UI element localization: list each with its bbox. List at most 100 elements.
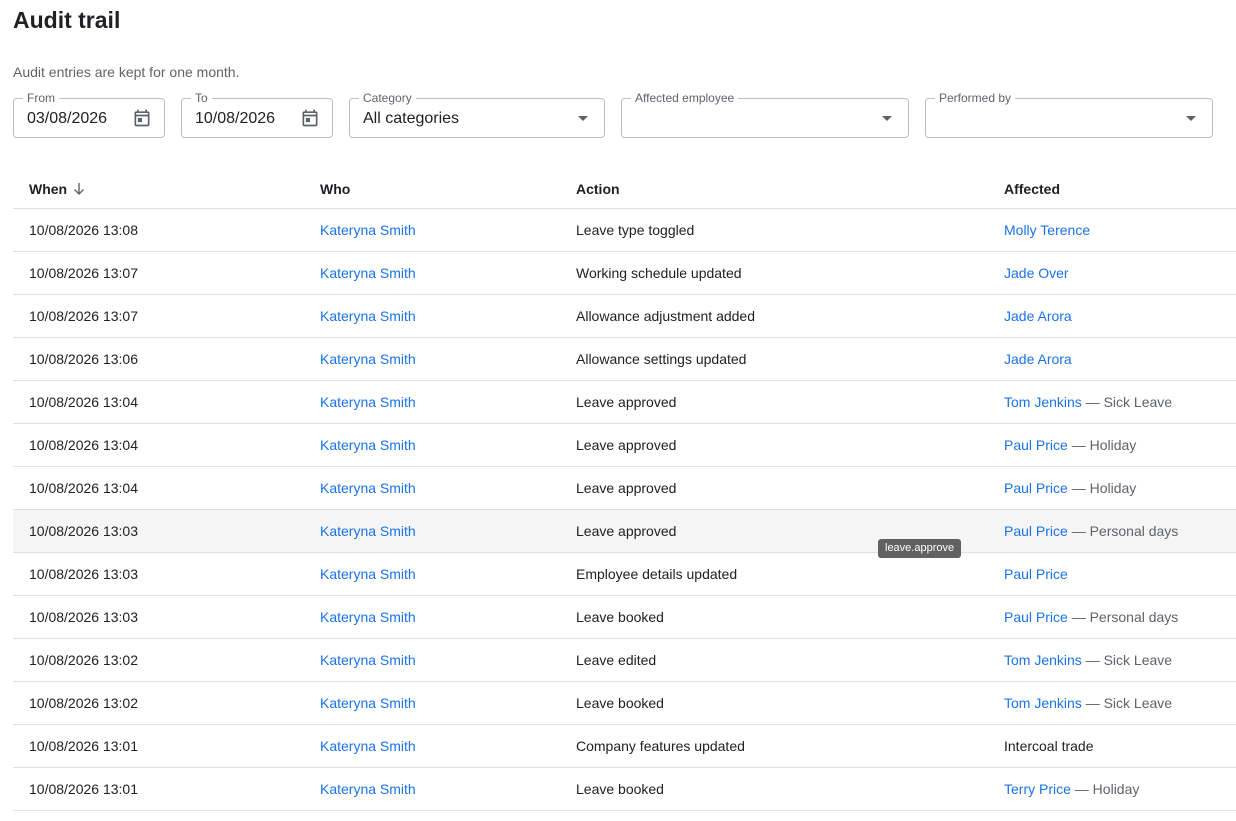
table-row[interactable]: 10/08/2026 13:08 Kateryna Smith Leave type… [13, 209, 1236, 252]
performer-link[interactable]: Kateryna Smith [320, 566, 416, 582]
column-when-label: When [29, 181, 68, 197]
affected-link[interactable]: Jade Arora [1004, 351, 1072, 367]
chevron-down-icon[interactable] [882, 116, 892, 121]
table-row[interactable]: 10/08/2026 13:02 Kateryna Smith Leave edit… [13, 639, 1236, 682]
table-row[interactable]: 10/08/2026 13:03 Kateryna Smith Leave book… [13, 596, 1236, 639]
calendar-icon[interactable] [300, 108, 320, 128]
affected-link[interactable]: Paul Price [1004, 609, 1068, 625]
action-text: Leave booked [576, 781, 664, 797]
timestamp: 10/08/2026 13:04 [29, 394, 138, 410]
performed-by-select[interactable]: Performed by [925, 90, 1213, 138]
from-date-label: From [23, 90, 59, 106]
performer-link[interactable]: Kateryna Smith [320, 437, 416, 453]
timestamp: 10/08/2026 13:03 [29, 523, 138, 539]
tooltip: leave.approve [878, 539, 962, 558]
column-who-header: Who [320, 181, 351, 197]
affected-link[interactable]: Tom Jenkins [1004, 394, 1082, 410]
affected-cell: Tom Jenkins — Sick Leave [1004, 394, 1172, 410]
chevron-down-icon[interactable] [578, 116, 588, 121]
affected-employee-label: Affected employee [631, 90, 739, 106]
performer-link[interactable]: Kateryna Smith [320, 609, 416, 625]
from-date-field[interactable]: From 03/08/2026 [13, 90, 165, 138]
performer-link[interactable]: Kateryna Smith [320, 265, 416, 281]
timestamp: 10/08/2026 13:01 [29, 781, 138, 797]
chevron-down-icon[interactable] [1186, 116, 1196, 121]
table-row[interactable]: 10/08/2026 13:06 Kateryna Smith Allowance … [13, 338, 1236, 381]
performer-link[interactable]: Kateryna Smith [320, 738, 416, 754]
performer-link[interactable]: Kateryna Smith [320, 695, 416, 711]
table-row[interactable]: 10/08/2026 13:04 Kateryna Smith Leave appr… [13, 467, 1236, 510]
timestamp: 10/08/2026 13:04 [29, 437, 138, 453]
action-text: Company features updated [576, 738, 745, 754]
affected-link[interactable]: Tom Jenkins [1004, 695, 1082, 711]
arrow-down-icon[interactable] [73, 182, 85, 196]
action-text: Allowance adjustment added [576, 308, 756, 324]
affected-link[interactable]: Paul Price [1004, 566, 1068, 582]
affected-link[interactable]: Paul Price [1004, 480, 1068, 496]
affected-cell: Intercoal trade [1004, 738, 1094, 754]
affected-employee-select[interactable]: Affected employee [621, 90, 909, 138]
affected-link[interactable]: Tom Jenkins [1004, 652, 1082, 668]
performer-link[interactable]: Kateryna Smith [320, 652, 416, 668]
table-row[interactable]: 10/08/2026 13:01 Kateryna Smith Leave book… [13, 768, 1236, 811]
affected-cell: Molly Terence [1004, 222, 1090, 238]
leave-type-detail: — Sick Leave [1081, 652, 1173, 668]
column-action-header: Action [576, 181, 620, 197]
affected-link[interactable]: Terry Price [1004, 781, 1071, 797]
retention-note: Audit entries are kept for one month. [13, 64, 240, 80]
performer-link[interactable]: Kateryna Smith [320, 394, 416, 410]
timestamp: 10/08/2026 13:07 [29, 265, 138, 281]
table-row[interactable]: 10/08/2026 13:03 Kateryna Smith Leave appr… [13, 510, 1236, 553]
timestamp: 10/08/2026 13:02 [29, 652, 138, 668]
table-row[interactable]: 10/08/2026 13:03 Kateryna Smith Employee d… [13, 553, 1236, 596]
from-date-value[interactable]: 03/08/2026 [27, 109, 107, 129]
table-row[interactable]: 10/08/2026 13:02 Kateryna Smith Leave book… [13, 682, 1236, 725]
leave-type-detail: — Sick Leave [1081, 695, 1173, 711]
affected-link[interactable]: Molly Terence [1004, 222, 1090, 238]
affected-text: Intercoal trade [1004, 738, 1094, 754]
performer-link[interactable]: Kateryna Smith [320, 781, 416, 797]
affected-cell: Jade Arora [1004, 351, 1072, 367]
column-affected-header: Affected [1004, 181, 1061, 197]
action-text: Leave type toggled [576, 222, 695, 238]
table-row[interactable]: 10/08/2026 13:04 Kateryna Smith Leave appr… [13, 424, 1236, 467]
performer-link[interactable]: Kateryna Smith [320, 351, 416, 367]
calendar-icon[interactable] [132, 108, 152, 128]
table-row[interactable]: 10/08/2026 13:07 Kateryna Smith Working sc… [13, 252, 1236, 295]
timestamp: 10/08/2026 13:06 [29, 351, 138, 367]
timestamp: 10/08/2026 13:03 [29, 609, 138, 625]
performer-link[interactable]: Kateryna Smith [320, 308, 416, 324]
performer-link[interactable]: Kateryna Smith [320, 480, 416, 496]
performer-link[interactable]: Kateryna Smith [320, 222, 416, 238]
table-row[interactable]: 10/08/2026 13:01 Kateryna Smith Company fe… [13, 725, 1236, 768]
column-when-header[interactable]: When [29, 181, 85, 197]
affected-link[interactable]: Paul Price [1004, 523, 1068, 539]
leave-type-detail: — Sick Leave [1081, 394, 1173, 410]
affected-cell: Tom Jenkins — Sick Leave [1004, 695, 1172, 711]
performer-link[interactable]: Kateryna Smith [320, 523, 416, 539]
leave-type-detail: — Holiday [1070, 781, 1140, 797]
affected-link[interactable]: Jade Arora [1004, 308, 1072, 324]
affected-cell: Paul Price — Personal days [1004, 609, 1178, 625]
affected-link[interactable]: Paul Price [1004, 437, 1068, 453]
action-text: Leave approved [576, 523, 677, 539]
affected-cell: Paul Price [1004, 566, 1068, 582]
action-text: Leave edited [576, 652, 657, 668]
category-select[interactable]: Category All categories [349, 90, 605, 138]
affected-cell: Jade Over [1004, 265, 1069, 281]
leave-type-detail: — Personal days [1067, 523, 1179, 539]
affected-link[interactable]: Jade Over [1004, 265, 1069, 281]
page-title: Audit trail [13, 7, 121, 33]
action-text: Leave booked [576, 609, 664, 625]
category-label: Category [359, 90, 416, 106]
action-text: Allowance settings updated [576, 351, 747, 367]
table-row[interactable]: 10/08/2026 13:04 Kateryna Smith Leave appr… [13, 381, 1236, 424]
audit-table: When Who Action Affected 10/08/2026 13:0… [13, 168, 1236, 811]
action-text: Leave approved [576, 480, 677, 496]
leave-type-detail: — Holiday [1067, 480, 1137, 496]
leave-type-detail: — Personal days [1067, 609, 1179, 625]
action-text: Working schedule updated [576, 265, 742, 281]
table-row[interactable]: 10/08/2026 13:07 Kateryna Smith Allowance … [13, 295, 1236, 338]
to-date-value[interactable]: 10/08/2026 [195, 109, 275, 129]
to-date-field[interactable]: To 10/08/2026 [181, 90, 333, 138]
